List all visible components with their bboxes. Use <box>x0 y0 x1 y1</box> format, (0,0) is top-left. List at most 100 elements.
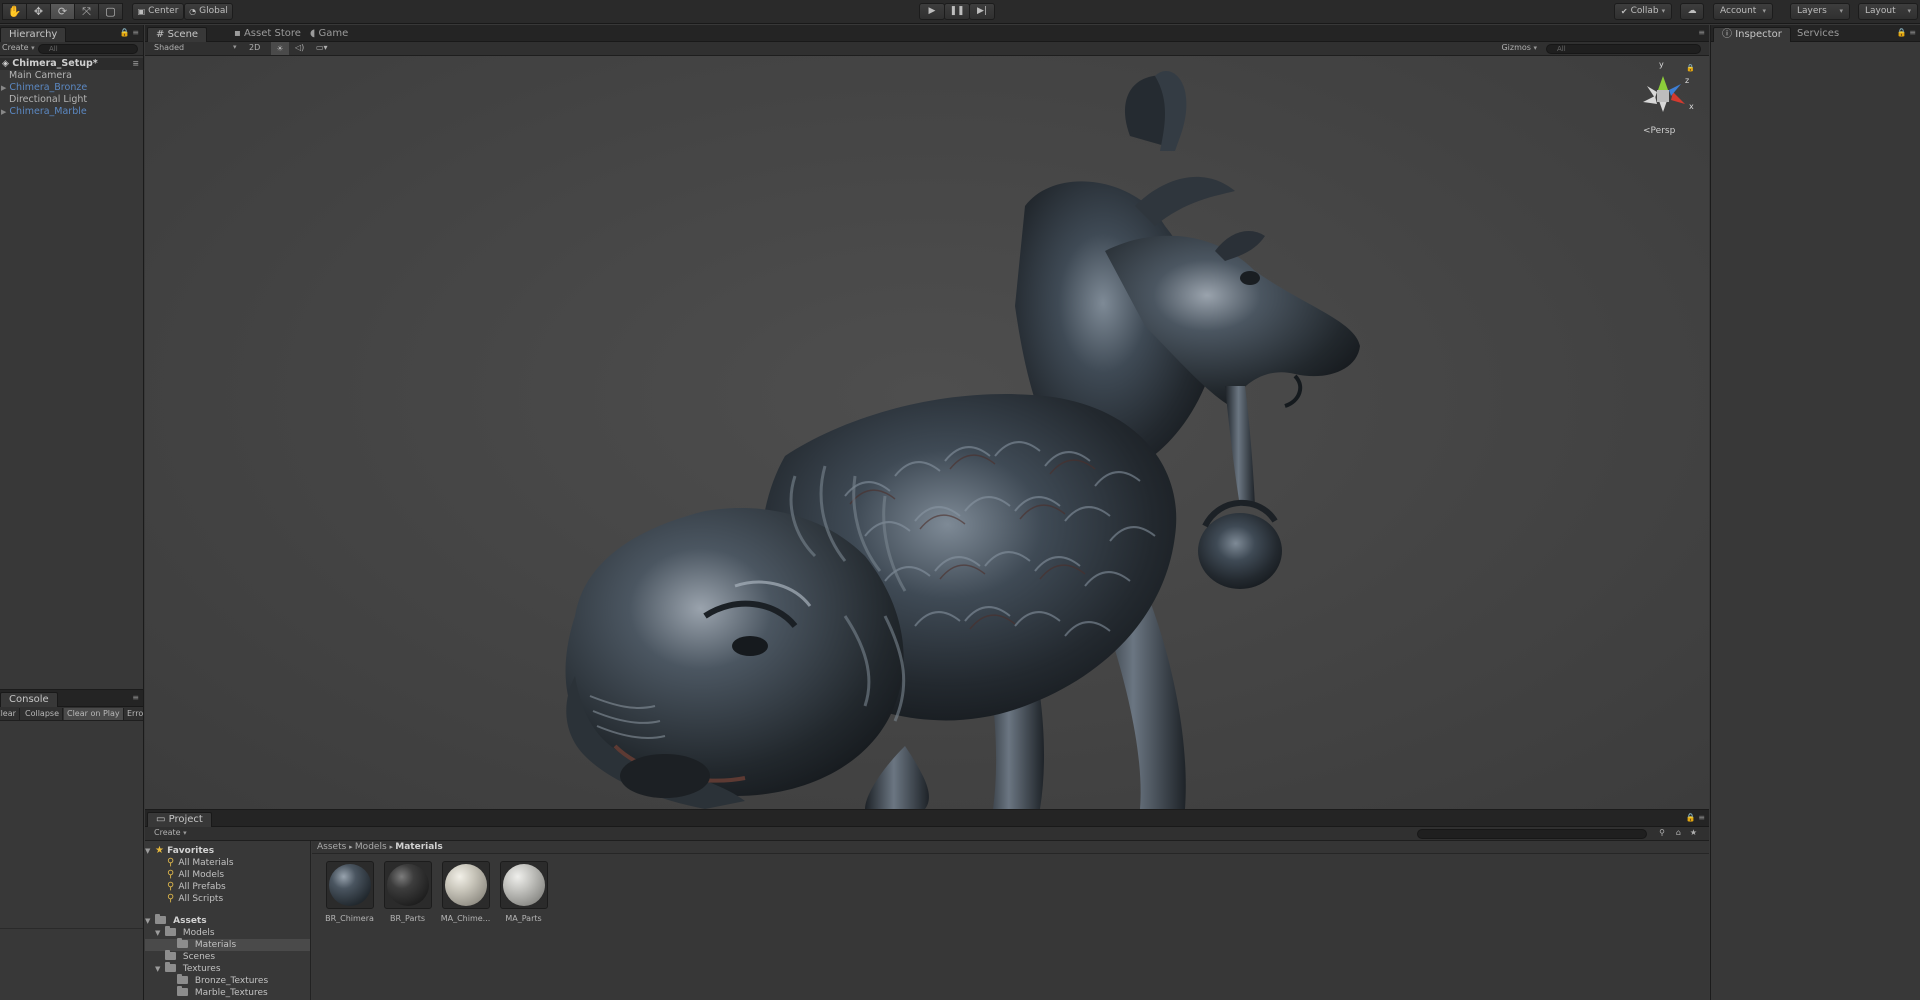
step-button[interactable]: ▶| <box>969 3 995 20</box>
tab-project[interactable]: ▭ Project <box>147 812 212 827</box>
tree-all-materials[interactable]: ⚲ All Materials <box>145 857 310 869</box>
scene-root-row[interactable]: ◈ Chimera_Setup* ≡ <box>0 58 143 70</box>
expand-arrow-icon[interactable]: ▼ <box>155 963 165 975</box>
pivot-center-button[interactable]: ▣ Center <box>132 3 184 20</box>
scene-search-input[interactable]: All <box>1546 44 1701 54</box>
scale-tool-icon[interactable]: ⤧ <box>74 3 99 20</box>
rotate-tool-icon[interactable]: ⟳ <box>50 3 75 20</box>
tree-all-models[interactable]: ⚲ All Models <box>145 869 310 881</box>
check-icon: ✔ <box>1620 7 1628 16</box>
rect-tool-icon[interactable]: ▢ <box>98 3 123 20</box>
collab-dropdown[interactable]: ✔ Collab ▾ <box>1614 3 1672 20</box>
effects-toggle-icon[interactable]: ▭▾ <box>316 43 328 52</box>
hierarchy-item-label: Directional Light <box>9 94 88 105</box>
account-dropdown[interactable]: Account ▾ <box>1713 3 1773 20</box>
tab-services[interactable]: Services <box>1789 27 1847 42</box>
console-clear-on-play-button[interactable]: Clear on Play <box>64 708 124 720</box>
favorite-star-icon[interactable]: ★ <box>1690 828 1697 837</box>
hierarchy-search-input[interactable]: All <box>38 44 138 54</box>
chimera-sculpture-model[interactable] <box>145 56 1709 809</box>
expand-arrow-icon[interactable]: ▼ <box>145 845 155 857</box>
asset-ma-chimera[interactable]: MA_Chime... <box>438 861 493 923</box>
filter-by-label-icon[interactable]: ⌂ <box>1676 828 1681 837</box>
tree-textures[interactable]: ▼ Textures <box>145 962 310 975</box>
asset-ma-parts[interactable]: MA_Parts <box>496 861 551 923</box>
breadcrumb-item[interactable]: Models <box>355 842 387 852</box>
shading-dropdown[interactable]: Shaded <box>154 43 184 52</box>
project-search-input[interactable] <box>1417 829 1647 839</box>
grid-icon: # <box>156 29 165 40</box>
projection-label[interactable]: <Persp <box>1643 126 1675 136</box>
console-clear-button[interactable]: Clear <box>0 708 20 720</box>
tree-scenes[interactable]: Scenes <box>145 950 310 963</box>
panel-options-icon[interactable]: 🔒 ≡ <box>120 28 139 37</box>
console-error-pause-button[interactable]: Error Pause <box>124 708 143 720</box>
tree-item-label: All Prefabs <box>178 882 226 892</box>
asset-br-parts[interactable]: BR_Parts <box>380 861 435 923</box>
tree-all-prefabs[interactable]: ⚲ All Prefabs <box>145 881 310 893</box>
pause-button[interactable]: ❚❚ <box>944 3 970 20</box>
panel-options-icon[interactable]: ≡ <box>132 693 139 702</box>
folder-icon <box>177 938 188 948</box>
console-divider <box>0 928 143 929</box>
move-tool-icon[interactable]: ✥ <box>26 3 51 20</box>
tree-models[interactable]: ▼ Models <box>145 926 310 939</box>
tree-assets[interactable]: ▼ Assets <box>145 914 310 927</box>
layout-dropdown[interactable]: Layout ▾ <box>1858 3 1918 20</box>
tab-inspector[interactable]: ⓘ Inspector <box>1713 27 1791 42</box>
filter-by-type-icon[interactable]: ⚲ <box>1659 828 1665 837</box>
tab-scene[interactable]: # Scene <box>147 27 208 42</box>
tab-console[interactable]: Console <box>0 692 58 707</box>
folder-tab-icon: ▭ <box>156 814 166 825</box>
mode-2d-button[interactable]: 2D <box>249 43 260 52</box>
gizmos-dropdown[interactable]: Gizmos ▾ <box>1501 43 1537 52</box>
orientation-gizmo[interactable]: 🔒 y z x <Persp <box>1631 60 1701 139</box>
info-icon: ⓘ <box>1722 29 1732 40</box>
layers-dropdown[interactable]: Layers ▾ <box>1790 3 1850 20</box>
breadcrumb-item-current[interactable]: Materials <box>395 842 442 852</box>
hierarchy-item-label: Chimera_Marble <box>9 106 87 117</box>
panel-options-icon[interactable]: ≡ <box>1698 28 1705 37</box>
scene-options-icon[interactable]: ≡ <box>132 58 139 70</box>
panel-options-icon[interactable]: 🔒 ≡ <box>1686 813 1705 822</box>
material-sphere-icon <box>502 864 545 906</box>
tree-item-label: Bronze_Textures <box>194 976 269 986</box>
project-create-button[interactable]: Create ▾ <box>154 828 187 837</box>
hierarchy-item-chimera-bronze[interactable]: ▶ Chimera_Bronze <box>0 82 143 94</box>
tree-bronze-textures[interactable]: Bronze_Textures <box>145 974 310 987</box>
expand-arrow-icon[interactable]: ▼ <box>145 915 155 927</box>
audio-toggle-icon[interactable]: ◁) <box>295 43 304 52</box>
tree-materials[interactable]: Materials <box>145 938 310 951</box>
hierarchy-item-directional-light[interactable]: Directional Light <box>0 94 143 106</box>
tab-hierarchy[interactable]: Hierarchy <box>0 27 67 42</box>
tab-scene-label: Scene <box>167 29 199 40</box>
cloud-button[interactable]: ☁ <box>1680 3 1704 20</box>
expand-arrow-icon[interactable]: ▼ <box>155 927 165 939</box>
expand-arrow-icon[interactable]: ▶ <box>1 108 6 116</box>
hierarchy-item-chimera-marble[interactable]: ▶ Chimera_Marble <box>0 106 143 118</box>
tree-all-scripts[interactable]: ⚲ All Scripts <box>145 893 310 905</box>
panel-options-icon[interactable]: 🔒 ≡ <box>1897 28 1916 37</box>
tree-marble-textures[interactable]: Marble_Textures <box>145 986 310 999</box>
hierarchy-item-main-camera[interactable]: Main Camera <box>0 70 143 82</box>
pivot-global-button[interactable]: ◔ Global <box>184 3 233 20</box>
asset-label: BR_Parts <box>389 914 425 923</box>
asset-label: BR_Chimera <box>325 914 374 923</box>
tab-game[interactable]: ◖ Game <box>302 27 356 42</box>
tree-favorites[interactable]: ▼ ★ Favorites <box>145 845 310 857</box>
hierarchy-subbar: Create ▾ All <box>0 42 143 56</box>
hand-tool-icon[interactable]: ✋ <box>2 3 27 20</box>
expand-arrow-icon[interactable]: ▶ <box>1 84 6 92</box>
chevron-down-icon: ▾ <box>1762 7 1766 15</box>
tree-item-label: All Materials <box>178 858 234 868</box>
console-collapse-button[interactable]: Collapse <box>22 708 63 720</box>
tab-asset-store[interactable]: ▪ Asset Store <box>226 27 309 42</box>
breadcrumb-item[interactable]: Assets <box>317 842 346 852</box>
lighting-toggle-icon[interactable]: ☀ <box>271 42 289 55</box>
play-button[interactable]: ▶ <box>919 3 945 20</box>
pivot-center-label: Center <box>148 6 179 16</box>
hierarchy-create-button[interactable]: Create ▾ <box>2 43 35 52</box>
scene-viewport[interactable]: 🔒 y z x <Persp <box>145 56 1709 809</box>
asset-br-chimera[interactable]: BR_Chimera <box>322 861 377 923</box>
unity-scene-icon: ◈ <box>2 59 9 69</box>
